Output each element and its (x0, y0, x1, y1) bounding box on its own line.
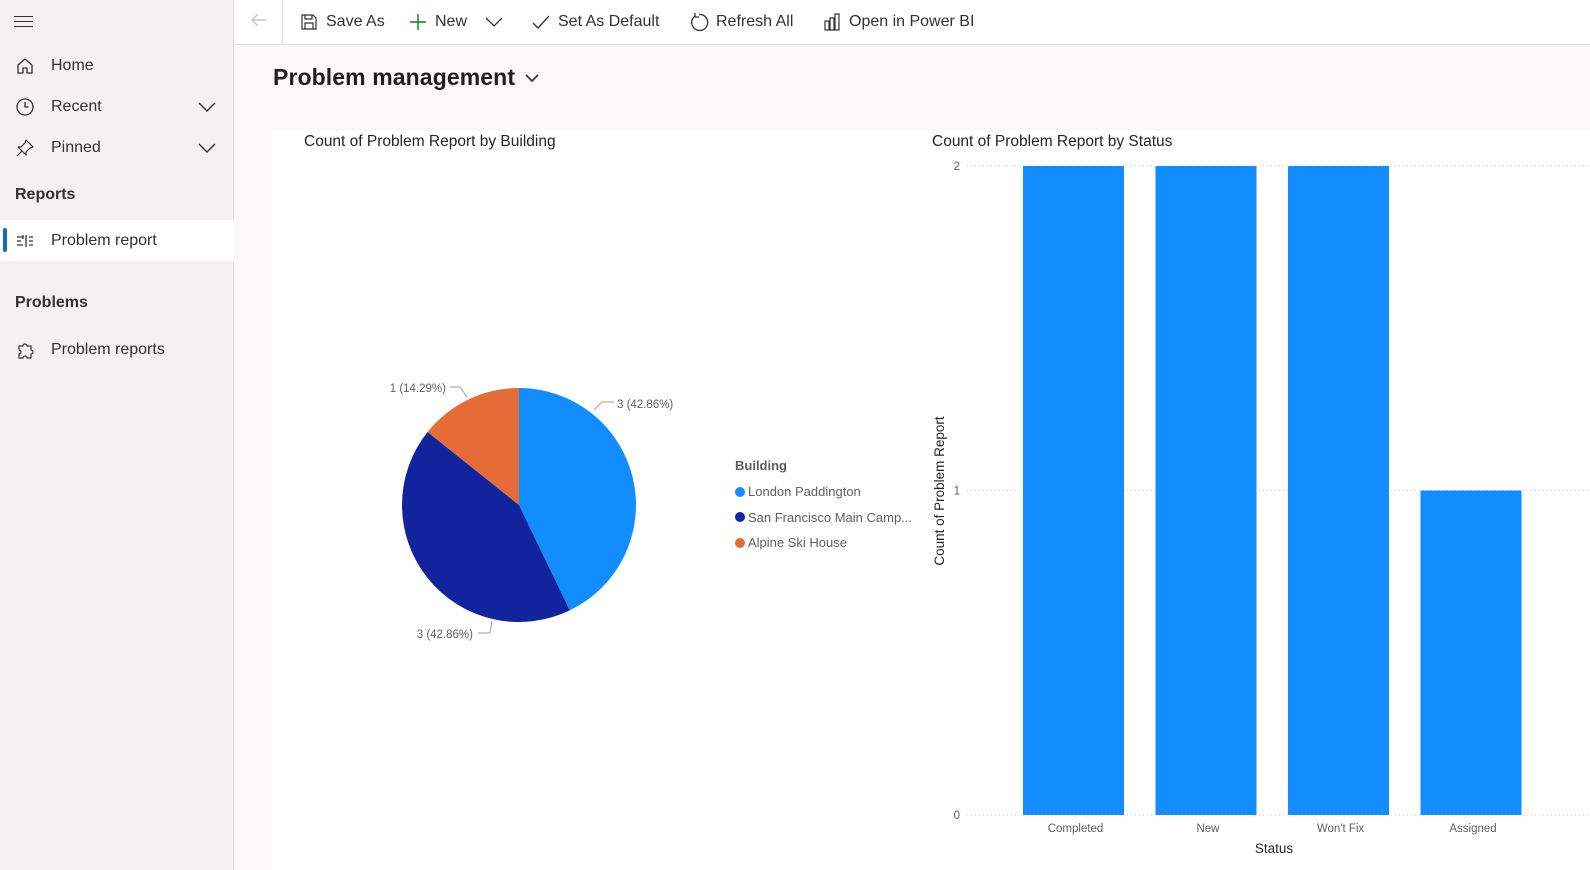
page-title-dropdown[interactable]: Problem management (273, 64, 541, 91)
pie-data-label: 3 (42.86%) (617, 399, 673, 411)
pie-legend: Building London Paddington San Francisco… (735, 458, 912, 556)
x-tick-label: New (1196, 823, 1220, 835)
legend-dot (735, 486, 745, 497)
legend-title: Building (735, 458, 787, 473)
sidebar-item-label: Recent (51, 98, 102, 115)
bar[interactable] (1288, 166, 1389, 815)
pie-leader-line (593, 401, 614, 411)
x-tick-label: Completed (1048, 823, 1104, 835)
legend-item-london-paddington[interactable]: London Paddington (735, 479, 912, 505)
legend-dot (735, 512, 745, 523)
sidebar-item-label: Home (51, 57, 94, 74)
save-as-label: Save As (326, 13, 385, 30)
chevron-down-icon (523, 69, 541, 87)
command-bar: Save As New Set As Default Refresh All O… (235, 0, 1590, 45)
sidebar-item-label: Pinned (51, 139, 101, 156)
plus-icon (407, 11, 429, 33)
refresh-all-button[interactable]: Refresh All (688, 0, 793, 44)
sidebar-item-label: Problem report (51, 231, 157, 249)
report-canvas: Count of Problem Report by Building 3 (4… (272, 131, 1590, 870)
save-as-icon (298, 11, 320, 33)
sidebar-item-problem-report[interactable]: Problem report (0, 220, 234, 261)
y-tick-label: 2 (954, 161, 960, 173)
sidebar-item-home[interactable]: Home (0, 46, 234, 86)
section-title-reports: Reports (15, 186, 76, 203)
sidebar: Home Recent Pinned Reports Problem repor… (0, 0, 234, 870)
checkmark-icon (530, 11, 552, 33)
section-title-problems: Problems (15, 294, 88, 311)
sidebar-item-problem-reports[interactable]: Problem reports (0, 330, 234, 370)
legend-item-san-francisco[interactable]: San Francisco Main Camp... (735, 505, 912, 531)
bar[interactable] (1155, 166, 1257, 815)
x-tick-label: Assigned (1449, 823, 1496, 835)
power-bi-icon (821, 11, 843, 33)
legend-item-alpine-ski-house[interactable]: Alpine Ski House (735, 530, 912, 556)
sidebar-item-recent[interactable]: Recent (0, 87, 234, 127)
back-button[interactable] (235, 0, 283, 44)
new-label: New (435, 13, 468, 30)
open-in-power-bi-button[interactable]: Open in Power BI (821, 0, 974, 44)
page-title: Problem management (273, 64, 516, 90)
x-axis-title: Status (1255, 841, 1294, 856)
legend-dot (735, 537, 745, 548)
set-as-default-button[interactable]: Set As Default (530, 0, 659, 44)
legend-label: San Francisco Main Camp... (748, 509, 913, 525)
home-icon (14, 55, 36, 77)
legend-label: Alpine Ski House (748, 535, 847, 551)
open-in-power-bi-label: Open in Power BI (849, 13, 975, 30)
sidebar-item-pinned[interactable]: Pinned (0, 128, 234, 168)
active-indicator (3, 228, 7, 252)
sidebar-item-label: Problem reports (51, 341, 165, 358)
x-tick-label: Won't Fix (1317, 823, 1365, 835)
y-axis-title: Count of Problem Report (932, 416, 947, 566)
new-dropdown-button[interactable] (483, 0, 511, 44)
save-as-button[interactable]: Save As (298, 0, 385, 44)
pie-leader-line (450, 386, 468, 398)
legend-label: London Paddington (748, 484, 861, 500)
new-button[interactable]: New (407, 0, 467, 44)
bar[interactable] (1420, 490, 1522, 816)
y-tick-label: 0 (954, 810, 960, 822)
refresh-icon (688, 11, 710, 33)
bar[interactable] (1023, 166, 1124, 815)
arrow-left-icon (249, 10, 269, 35)
pie-data-label: 1 (14.29%) (390, 383, 446, 395)
chevron-down-icon[interactable] (196, 96, 218, 118)
chevron-down-icon (483, 11, 505, 33)
pie-data-label: 3 (42.86%) (417, 629, 473, 641)
report-icon (14, 230, 36, 252)
refresh-all-label: Refresh All (716, 13, 794, 30)
pie-leader-line (478, 620, 493, 634)
puzzle-icon (14, 339, 36, 361)
bar-chart[interactable]: 0 1 2 Completed New Won't Fix Assigned Status Co… (912, 131, 1590, 870)
y-tick-label: 1 (954, 486, 960, 498)
pin-icon (14, 137, 36, 159)
set-as-default-label: Set As Default (558, 13, 660, 30)
clock-icon (14, 96, 36, 118)
hamburger-menu-icon[interactable] (14, 12, 36, 30)
chevron-down-icon[interactable] (196, 137, 218, 159)
